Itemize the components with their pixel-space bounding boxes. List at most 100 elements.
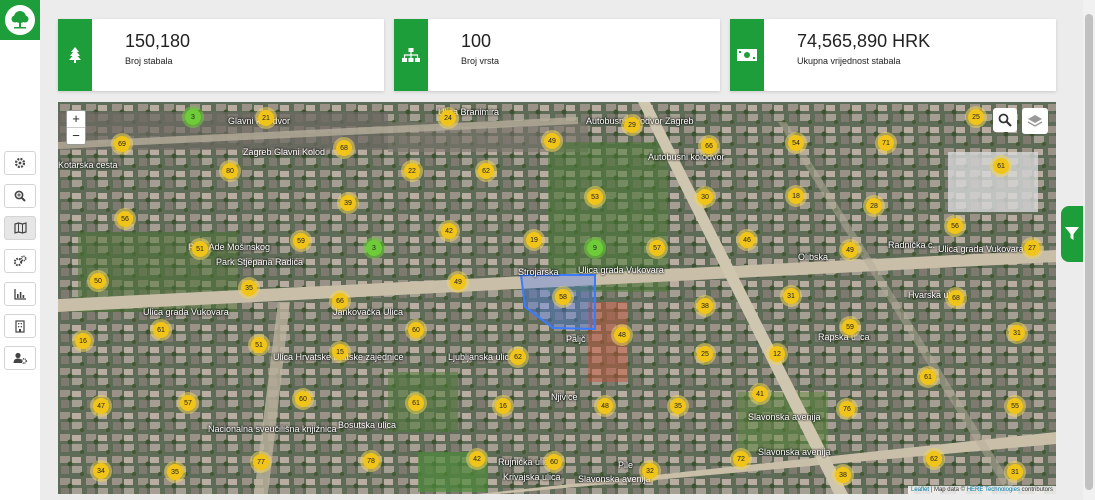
tree-cluster-marker[interactable]: 12: [766, 343, 788, 365]
tree-cluster-marker[interactable]: 35: [164, 461, 186, 483]
cogs-button[interactable]: [4, 249, 36, 273]
tree-cluster-marker[interactable]: 61: [990, 155, 1012, 177]
tree-cluster-marker[interactable]: 62: [507, 346, 529, 368]
tree-cluster-marker[interactable]: 31: [1004, 461, 1026, 483]
tree-cluster-marker[interactable]: 19: [523, 229, 545, 251]
tree-cluster-marker[interactable]: 72: [730, 448, 752, 470]
tree-cluster-marker[interactable]: 78: [360, 450, 382, 472]
tree-cluster-marker[interactable]: 60: [543, 451, 565, 473]
tree-cluster-marker[interactable]: 54: [785, 132, 807, 154]
tree-cluster-marker[interactable]: 69: [111, 133, 133, 155]
tree-cluster-marker[interactable]: 35: [667, 395, 689, 417]
tree-cluster-marker[interactable]: 42: [466, 448, 488, 470]
street-label: Bosutska ulica: [338, 420, 397, 430]
tree-cluster-marker[interactable]: 27: [1021, 237, 1043, 259]
tree-cluster-marker[interactable]: 34: [90, 460, 112, 482]
building-button[interactable]: [4, 314, 36, 338]
scroll-thumb[interactable]: [1085, 14, 1093, 490]
cluster-count: 49: [544, 133, 560, 149]
tree-cluster-marker[interactable]: 46: [736, 229, 758, 251]
tree-cluster-marker[interactable]: 61: [405, 392, 427, 414]
tree-cluster-marker[interactable]: 53: [584, 186, 606, 208]
tree-cluster-marker[interactable]: 56: [944, 215, 966, 237]
tree-cluster-marker[interactable]: 25: [965, 106, 987, 128]
cluster-count: 60: [295, 391, 311, 407]
tree-cluster-marker[interactable]: 59: [290, 230, 312, 252]
tree-cluster-marker[interactable]: 15: [329, 341, 351, 363]
tree-cluster-marker[interactable]: 68: [333, 137, 355, 159]
tree-cluster-marker[interactable]: 31: [780, 285, 802, 307]
tree-cluster-marker[interactable]: 16: [72, 330, 94, 352]
here-link[interactable]: HERE Technologies: [967, 487, 1020, 493]
tree-cluster-marker[interactable]: 30: [694, 186, 716, 208]
tree-cluster-marker[interactable]: 22: [401, 160, 423, 182]
tree-cluster-marker[interactable]: 9: [584, 237, 606, 259]
cluster-count: 71: [878, 135, 894, 151]
tree-cluster-marker[interactable]: 61: [917, 366, 939, 388]
tree-cluster-marker[interactable]: 48: [594, 395, 616, 417]
settings-button[interactable]: [4, 151, 36, 175]
tree-cluster-marker[interactable]: 66: [329, 290, 351, 312]
tree-cluster-marker[interactable]: 57: [646, 237, 668, 259]
tree-cluster-marker[interactable]: 32: [639, 460, 661, 482]
layers-button[interactable]: [1022, 108, 1048, 134]
tree-cluster-marker[interactable]: 62: [923, 448, 945, 470]
tree-cluster-marker[interactable]: 51: [248, 334, 270, 356]
tree-cluster-marker[interactable]: 66: [698, 135, 720, 157]
tree-cluster-marker[interactable]: 58: [552, 286, 574, 308]
tree-cluster-marker[interactable]: 35: [238, 277, 260, 299]
tree-cluster-marker[interactable]: 21: [255, 107, 277, 129]
user-settings-button[interactable]: [4, 346, 36, 370]
tree-cluster-marker[interactable]: 55: [1004, 395, 1026, 417]
tree-cluster-marker[interactable]: 71: [875, 132, 897, 154]
street-label: Slavonska avenija: [758, 447, 831, 457]
tree-cluster-marker[interactable]: 50: [87, 270, 109, 292]
street-label: Ulica grada Vukovara: [143, 307, 229, 317]
zoom-out-button[interactable]: −: [67, 127, 85, 144]
tree-cluster-marker[interactable]: 76: [836, 398, 858, 420]
page-scrollbar[interactable]: [1083, 0, 1095, 500]
tree-cluster-marker[interactable]: 49: [447, 271, 469, 293]
cluster-count: 15: [332, 344, 348, 360]
tree-cluster-marker[interactable]: 60: [405, 319, 427, 341]
tree-cluster-marker[interactable]: 29: [621, 114, 643, 136]
tree-cluster-marker[interactable]: 31: [1006, 322, 1028, 344]
tree-cluster-marker[interactable]: 51: [189, 238, 211, 260]
tree-cluster-marker[interactable]: 16: [492, 395, 514, 417]
zoom-search-button[interactable]: [4, 184, 36, 208]
tree-cluster-marker[interactable]: 41: [749, 383, 771, 405]
tree-cluster-marker[interactable]: 47: [90, 395, 112, 417]
leaflet-link[interactable]: Leaflet: [911, 487, 929, 493]
map-search-button[interactable]: [993, 108, 1017, 132]
tree-cluster-marker[interactable]: 57: [177, 392, 199, 414]
tree-cluster-marker[interactable]: 39: [337, 192, 359, 214]
tree-cluster-marker[interactable]: 80: [219, 160, 241, 182]
cluster-count: 78: [363, 453, 379, 469]
tree-cluster-marker[interactable]: 24: [437, 107, 459, 129]
tree-cluster-marker[interactable]: 25: [694, 343, 716, 365]
tree-cluster-marker[interactable]: 42: [438, 220, 460, 242]
tree-cluster-marker[interactable]: 28: [863, 195, 885, 217]
tree-cluster-marker[interactable]: 56: [114, 208, 136, 230]
tree-cluster-marker[interactable]: 49: [839, 239, 861, 261]
tree-cluster-marker[interactable]: 38: [832, 464, 854, 486]
map-view[interactable]: Ulica grada Vukovara Ulica grada Vukovara…: [58, 102, 1056, 494]
tree-cluster-marker[interactable]: 3: [363, 237, 385, 259]
zoom-in-button[interactable]: +: [67, 111, 85, 127]
tree-cluster-marker[interactable]: 18: [785, 185, 807, 207]
map-button[interactable]: [4, 216, 36, 240]
chart-button[interactable]: [4, 282, 36, 306]
app-logo[interactable]: [0, 0, 40, 40]
tree-cluster-marker[interactable]: 49: [541, 130, 563, 152]
tree-cluster-marker[interactable]: 68: [945, 287, 967, 309]
tree-cluster-marker[interactable]: 60: [292, 388, 314, 410]
tree-cluster-marker[interactable]: 48: [611, 324, 633, 346]
tree-cluster-marker[interactable]: 38: [694, 295, 716, 317]
tree-cluster-marker[interactable]: 3: [182, 106, 204, 128]
stat-card-species: 100 Broj vrsta: [394, 19, 720, 91]
tree-cluster-marker[interactable]: 61: [150, 319, 172, 341]
filter-button[interactable]: [1061, 206, 1083, 262]
tree-cluster-marker[interactable]: 62: [475, 160, 497, 182]
tree-cluster-marker[interactable]: 59: [839, 316, 861, 338]
tree-cluster-marker[interactable]: 77: [250, 451, 272, 473]
